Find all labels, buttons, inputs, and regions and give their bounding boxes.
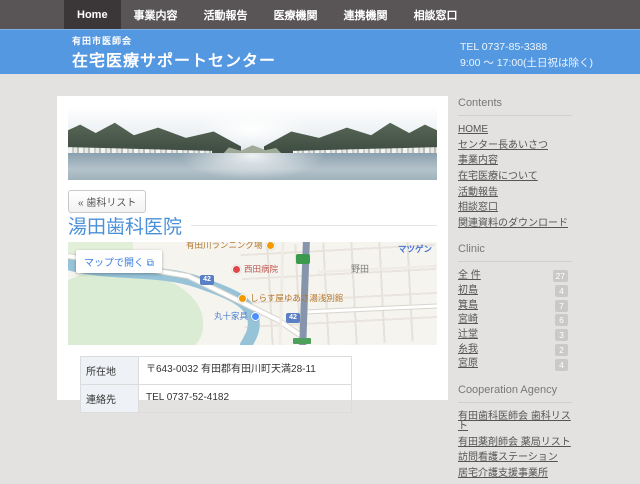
contents-heading: Contents <box>458 97 572 116</box>
nav-item-partner-institutions[interactable]: 連携機関 <box>331 0 401 29</box>
nav-item-medical-institutions[interactable]: 医療機関 <box>261 0 331 29</box>
clinic-row-minoshima: 箕島 7 <box>458 300 572 312</box>
back-to-dental-list-button[interactable]: « 歯科リスト <box>68 190 146 213</box>
sidebar-link-activity[interactable]: 活動報告 <box>458 187 572 199</box>
banner-water-reflection <box>179 153 327 180</box>
leisure-poi-icon <box>266 242 275 250</box>
hospital-poi-icon <box>232 265 241 274</box>
nav-item-consultation[interactable]: 相談窓口 <box>401 0 471 29</box>
map-embed[interactable]: 有田川ランニング場 西田病院 しらす屋ゆあさ湯浅別館 丸十家具 野田 マツゲン … <box>68 242 437 345</box>
route-shield-42-icon: 42 <box>200 275 214 285</box>
coop-link-pharmacy-list[interactable]: 有田薬剤師会 薬局リスト <box>458 437 572 449</box>
main-content-card: « 歯科リスト 湯田歯科医院 有田川ランニング場 西田病院 <box>57 96 448 400</box>
open-in-maps-button[interactable]: マップで開く ⧉ <box>76 250 162 273</box>
clinic-link-all[interactable]: 全 件 <box>458 270 481 282</box>
clinic-link-miyahara[interactable]: 宮原 <box>458 358 478 370</box>
count-badge: 4 <box>555 285 568 297</box>
sidebar: Contents HOME センター長あいさつ 事業内容 在宅医療について 活動… <box>458 97 572 484</box>
site-org-name: 有田市医師会 <box>72 34 276 47</box>
count-badge: 27 <box>553 270 568 282</box>
clinic-link-hatsushima[interactable]: 初島 <box>458 285 478 297</box>
count-badge: 6 <box>555 314 568 326</box>
sidebar-link-home[interactable]: HOME <box>458 124 572 136</box>
clinic-link-minoshima[interactable]: 箕島 <box>458 300 478 312</box>
page-title: 湯田歯科医院 <box>68 212 182 239</box>
coop-link-visiting-nurse[interactable]: 訪問看護ステーション <box>458 452 572 464</box>
nav-item-activity-report[interactable]: 活動報告 <box>191 0 261 29</box>
coop-link-dental-list[interactable]: 有田歯科医師会 歯科リスト <box>458 411 572 433</box>
site-title-block[interactable]: 有田市医師会 在宅医療サポートセンター <box>72 34 276 71</box>
map-poi-restaurant[interactable]: しらす屋ゆあさ湯浅別館 <box>238 292 343 304</box>
sidebar-section-contents: Contents HOME センター長あいさつ 事業内容 在宅医療について 活動… <box>458 97 572 230</box>
clinic-heading: Clinic <box>458 243 572 262</box>
count-badge: 2 <box>555 344 568 356</box>
route-shield-42b-icon: 42 <box>286 313 300 323</box>
contact-info: TEL 0737-85-3388 9:00 〜 17:00(土日祝は除く) <box>460 39 593 72</box>
business-hours: 9:00 〜 17:00(土日祝は除く) <box>460 55 593 71</box>
page-title-row: 湯田歯科医院 <box>68 212 437 239</box>
map-poi-leisure[interactable]: 有田川ランニング場 <box>186 242 275 251</box>
clinic-link-itoga[interactable]: 糸我 <box>458 344 478 356</box>
count-badge: 3 <box>555 329 568 341</box>
map-poi-leisure-label: 有田川ランニング場 <box>186 242 263 251</box>
clinic-row-all: 全 件 27 <box>458 270 572 282</box>
site-title: 在宅医療サポートセンター <box>72 47 276 71</box>
contact-label: 連絡先 <box>81 385 139 412</box>
clinic-row-miyazaki: 宮崎 6 <box>458 314 572 326</box>
clinic-link-tsujido[interactable]: 辻堂 <box>458 329 478 341</box>
address-label: 所在地 <box>81 357 139 384</box>
nav-item-services[interactable]: 事業内容 <box>121 0 191 29</box>
map-poi-restaurant-label: しらす屋ゆあさ湯浅別館 <box>250 292 343 304</box>
sidebar-link-consultation[interactable]: 相談窓口 <box>458 202 572 214</box>
sidebar-link-home-care[interactable]: 在宅医療について <box>458 171 572 183</box>
restaurant-poi-icon <box>238 294 247 303</box>
clinic-row-itoga: 糸我 2 <box>458 344 572 356</box>
nav-item-home[interactable]: Home <box>64 0 121 29</box>
sidebar-section-cooperation: Cooperation Agency 有田歯科医師会 歯科リスト 有田薬剤師会 … <box>458 384 572 480</box>
coop-link-care-support[interactable]: 居宅介護支援事業所 <box>458 468 572 480</box>
table-row-address: 所在地 〒643-0032 有田郡有田川町天満28-11 <box>81 357 351 385</box>
sidebar-link-services[interactable]: 事業内容 <box>458 155 572 167</box>
clinic-row-tsujido: 辻堂 3 <box>458 329 572 341</box>
clinic-info-table: 所在地 〒643-0032 有田郡有田川町天満28-11 連絡先 TEL 073… <box>80 356 352 413</box>
site-header: 有田市医師会 在宅医療サポートセンター TEL 0737-85-3388 9:0… <box>0 29 640 74</box>
table-row-contact: 連絡先 TEL 0737-52-4182 <box>81 385 351 412</box>
title-divider <box>191 225 437 226</box>
map-store-label[interactable]: マツゲン <box>398 243 432 255</box>
map-poi-hospital[interactable]: 西田病院 <box>232 263 278 275</box>
external-link-icon: ⧉ <box>147 258 154 269</box>
clinic-row-miyahara: 宮原 4 <box>458 358 572 370</box>
store-poi-icon <box>251 312 260 321</box>
map-district-label: 野田 <box>351 262 369 275</box>
sidebar-link-greeting[interactable]: センター長あいさつ <box>458 140 572 152</box>
map-poi-furniture-label: 丸十家具 <box>214 310 248 322</box>
sidebar-section-clinic: Clinic 全 件 27 初島 4 箕島 7 宮崎 6 辻堂 3 糸我 2 宮… <box>458 243 572 370</box>
map-poi-hospital-label: 西田病院 <box>244 263 278 275</box>
map-poi-furniture-store[interactable]: 丸十家具 <box>214 310 260 322</box>
banner-photo-river <box>68 107 437 180</box>
count-badge: 4 <box>555 359 568 371</box>
contact-value: TEL 0737-52-4182 <box>139 385 351 412</box>
sidebar-link-downloads[interactable]: 関連資料のダウンロード <box>458 218 572 230</box>
address-value: 〒643-0032 有田郡有田川町天満28-11 <box>139 357 351 384</box>
map-interchange-marker <box>293 338 311 344</box>
clinic-link-miyazaki[interactable]: 宮崎 <box>458 314 478 326</box>
phone-number: TEL 0737-85-3388 <box>460 39 593 55</box>
count-badge: 7 <box>555 300 568 312</box>
clinic-row-hatsushima: 初島 4 <box>458 285 572 297</box>
route-shield-green-icon <box>296 254 310 264</box>
top-navigation: Home 事業内容 活動報告 医療機関 連携機関 相談窓口 <box>0 0 640 29</box>
